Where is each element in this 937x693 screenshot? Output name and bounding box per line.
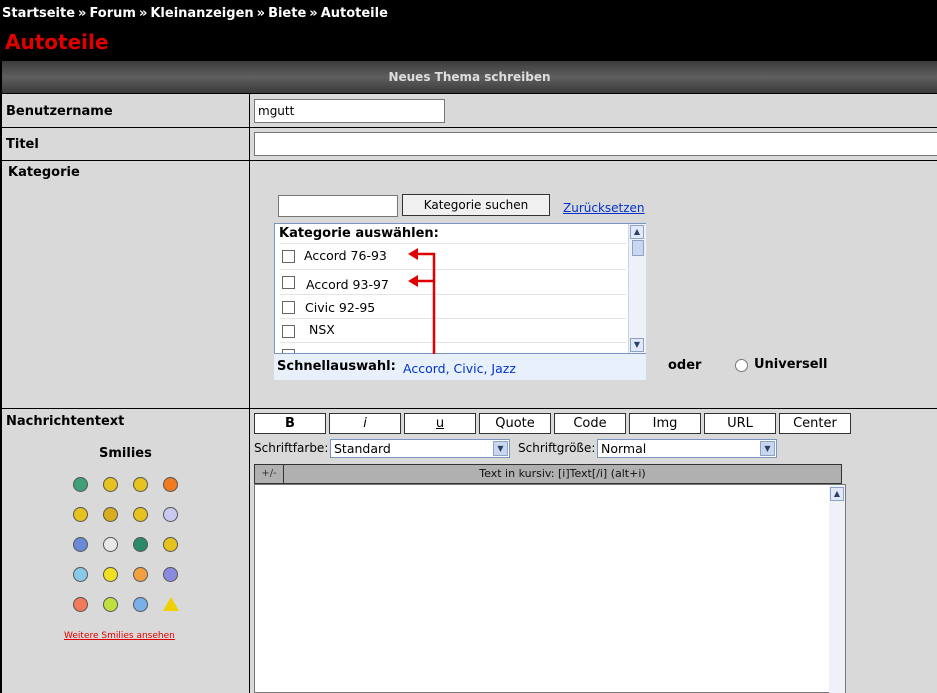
scroll-thumb[interactable]: [632, 240, 644, 256]
breadcrumb-separator: »: [78, 6, 87, 21]
breadcrumb-separator: »: [138, 6, 148, 21]
cool-smiley-icon[interactable]: [133, 567, 148, 582]
shocked-smiley-icon[interactable]: [163, 507, 178, 522]
page-title: Autoteile: [5, 30, 109, 54]
nerd-smiley-icon[interactable]: [103, 597, 118, 612]
jumping-smiley-icon[interactable]: [73, 597, 88, 612]
pacman-smiley-icon[interactable]: [103, 567, 118, 582]
arrowhead-icon: [408, 248, 418, 260]
title-input[interactable]: [254, 132, 937, 156]
username-input[interactable]: [254, 99, 445, 123]
checkbox[interactable]: [282, 276, 295, 289]
font-size-value: Normal: [601, 441, 647, 456]
tongue-smiley-icon[interactable]: [133, 507, 148, 522]
img-button[interactable]: Img: [629, 413, 701, 434]
message-label: Nachrichtentext: [6, 414, 125, 429]
message-textarea[interactable]: [254, 484, 846, 693]
universal-label: Universell: [754, 357, 828, 372]
checkbox[interactable]: [282, 349, 295, 353]
arrow-line: [412, 252, 436, 360]
angry-smiley-icon[interactable]: [163, 477, 178, 492]
bold-button[interactable]: B: [254, 413, 326, 434]
scroll-up-icon[interactable]: ▲: [830, 487, 844, 501]
column-divider: [249, 93, 250, 693]
url-button[interactable]: URL: [704, 413, 776, 434]
breadcrumb-autoteile[interactable]: Autoteile: [321, 6, 388, 21]
wink-smiley-icon[interactable]: [133, 477, 148, 492]
font-size-select[interactable]: Normal ▼: [597, 439, 777, 458]
universal-radio[interactable]: [735, 359, 748, 372]
breadcrumb: Startseite» Forum» Kleinanzeigen» Biete» Aut…: [2, 6, 388, 21]
category-item-partial[interactable]: [280, 342, 626, 353]
breadcrumb-forum[interactable]: Forum: [89, 6, 136, 21]
category-scrollbar[interactable]: ▲ ▼: [628, 224, 646, 353]
title-label: Titel: [6, 137, 39, 152]
skull-icon[interactable]: [103, 537, 118, 552]
category-item-label: Accord 93-97: [306, 277, 389, 292]
sad-smiley-icon[interactable]: [103, 507, 118, 522]
font-color-value: Standard: [334, 441, 391, 456]
breadcrumb-home[interactable]: Startseite: [2, 6, 75, 21]
category-list-heading: Kategorie auswählen:: [279, 226, 439, 241]
category-item-nsx[interactable]: NSX: [280, 318, 626, 343]
breadcrumb-separator: »: [256, 6, 266, 21]
checkbox[interactable]: [282, 250, 295, 263]
scroll-down-icon[interactable]: ▼: [630, 338, 644, 352]
quick-select-label: Schnellauswahl:: [277, 359, 396, 374]
chevron-down-icon[interactable]: ▼: [493, 441, 508, 456]
font-color-select[interactable]: Standard ▼: [330, 439, 510, 458]
category-label: Kategorie: [8, 165, 80, 180]
quote-button[interactable]: Quote: [479, 413, 551, 434]
code-button[interactable]: Code: [554, 413, 626, 434]
breadcrumb-biete[interactable]: Biete: [268, 6, 306, 21]
row-divider: [2, 93, 937, 94]
underline-button[interactable]: u: [404, 413, 476, 434]
arrowhead-icon: [408, 275, 418, 287]
editor-hint: Text in kursiv: [i]Text[/i] (alt+i): [479, 467, 646, 480]
category-search-input[interactable]: [278, 195, 398, 217]
breadcrumb-kleinanzeigen[interactable]: Kleinanzeigen: [150, 6, 253, 21]
chevron-down-icon[interactable]: ▼: [760, 441, 775, 456]
row-divider: [2, 160, 937, 161]
annotation-arrows: [408, 248, 436, 360]
happy-smiley-icon[interactable]: [73, 507, 88, 522]
smile-smiley-icon[interactable]: [103, 477, 118, 492]
editor-toggle-button[interactable]: +/-: [255, 465, 284, 483]
dizzy-smiley-icon[interactable]: [163, 537, 178, 552]
row-divider: [2, 127, 937, 128]
category-item-accord-76-93[interactable]: Accord 76-93: [280, 243, 626, 268]
row-divider: [2, 408, 937, 409]
or-label: oder: [668, 358, 702, 373]
blue-smiley-icon[interactable]: [73, 537, 88, 552]
alien-smiley-icon[interactable]: [133, 537, 148, 552]
more-smilies-link[interactable]: Weitere Smilies ansehen: [64, 631, 175, 641]
form-header: Neues Thema schreiben: [2, 61, 937, 93]
italic-button[interactable]: i: [329, 413, 401, 434]
breadcrumb-separator: »: [309, 6, 318, 21]
category-item-label: NSX: [309, 322, 335, 337]
reset-link[interactable]: Zurücksetzen: [563, 201, 645, 215]
center-button[interactable]: Center: [779, 413, 851, 434]
confused-smiley-icon[interactable]: [73, 567, 88, 582]
category-item-civic-92-95[interactable]: Civic 92-95: [280, 294, 626, 319]
grin-smiley-icon[interactable]: [73, 477, 88, 492]
scroll-up-icon[interactable]: ▲: [630, 225, 644, 239]
font-color-label: Schriftfarbe:: [254, 441, 329, 455]
category-search-button[interactable]: Kategorie suchen: [402, 194, 550, 216]
nervous-smiley-icon[interactable]: [133, 597, 148, 612]
smilies-title: Smilies: [99, 446, 152, 461]
quick-select-links[interactable]: Accord, Civic, Jazz: [403, 361, 516, 376]
category-item-label: Accord 76-93: [304, 248, 387, 263]
category-item-label: Civic 92-95: [305, 300, 376, 315]
frown-smiley-icon[interactable]: [163, 567, 178, 582]
font-size-label: Schriftgröße:: [518, 441, 596, 455]
category-item-accord-93-97[interactable]: Accord 93-97: [280, 269, 626, 294]
username-label: Benutzername: [6, 104, 113, 119]
editor-scrollbar[interactable]: ▲: [829, 485, 845, 693]
checkbox[interactable]: [282, 325, 295, 338]
checkbox[interactable]: [282, 301, 295, 314]
warning-icon[interactable]: [163, 597, 179, 611]
